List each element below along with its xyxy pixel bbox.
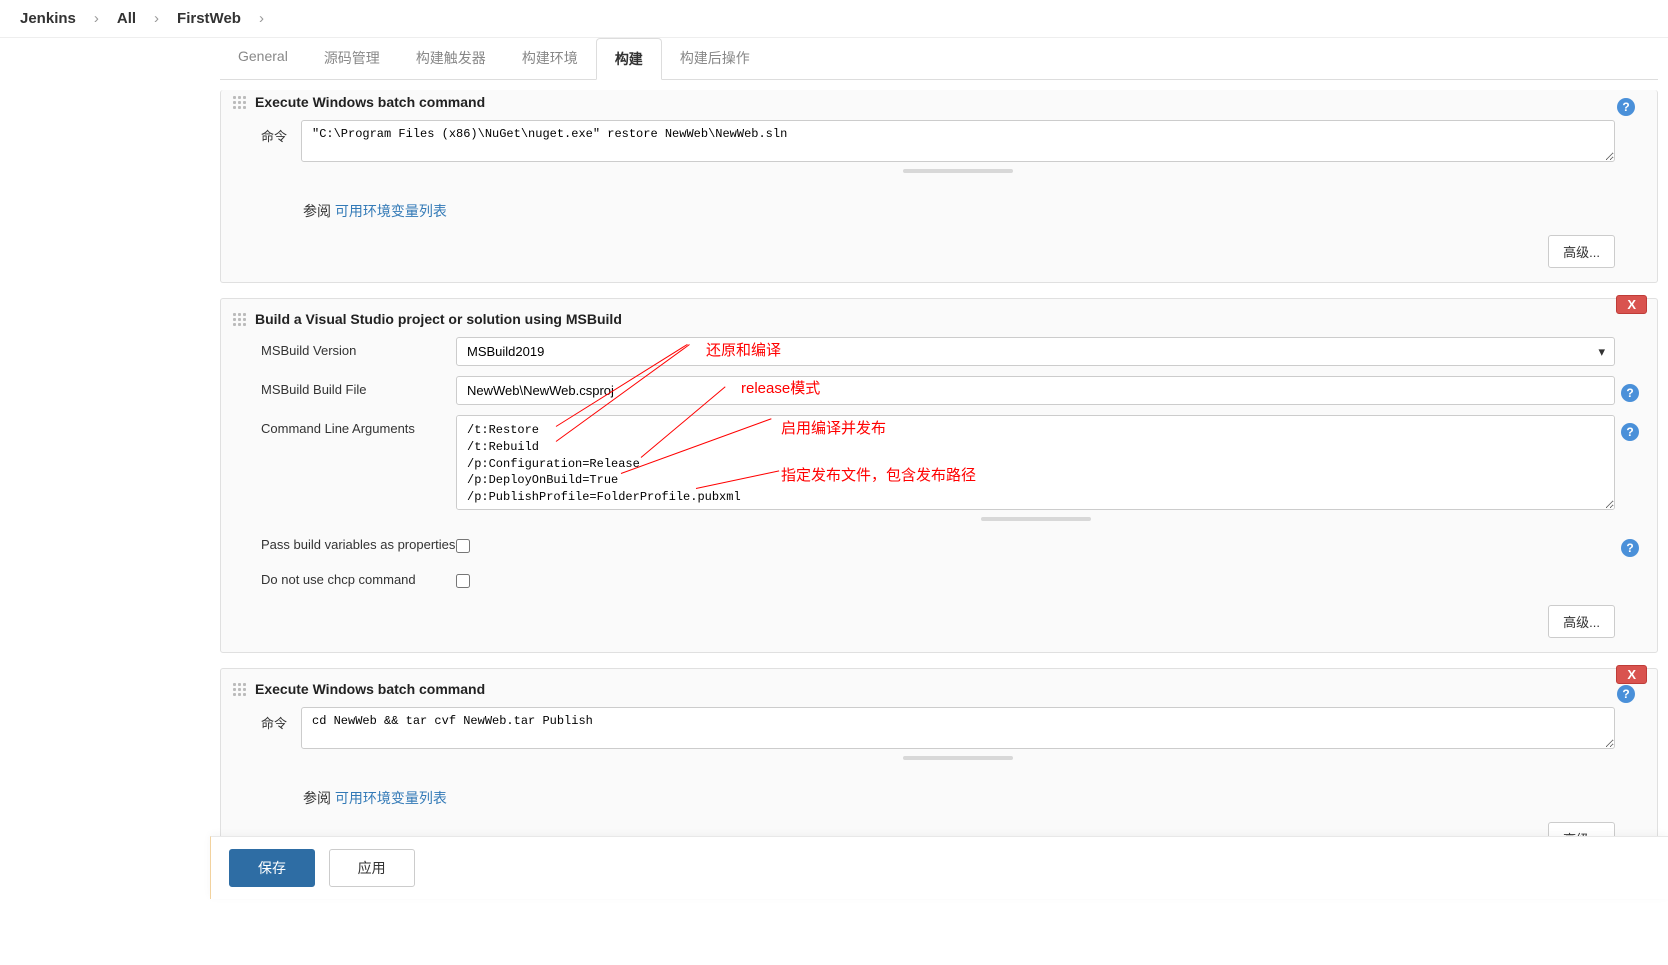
command-input[interactable] xyxy=(301,120,1615,162)
breadcrumb-jenkins[interactable]: Jenkins xyxy=(20,10,76,27)
reference-text: 参阅 可用环境变量列表 xyxy=(233,770,1645,818)
drag-handle-icon[interactable] xyxy=(233,96,247,110)
drag-handle-icon[interactable] xyxy=(233,683,247,697)
no-chcp-row: Do not use chcp command xyxy=(233,566,1645,591)
command-input[interactable] xyxy=(301,707,1615,749)
tab-env[interactable]: 构建环境 xyxy=(504,38,596,79)
command-row: 命令 xyxy=(233,707,1645,760)
reference-text: 参阅 可用环境变量列表 xyxy=(233,183,1645,231)
build-step-batch-1: Execute Windows batch command ? 命令 参阅 可用… xyxy=(220,90,1658,283)
drag-handle-icon[interactable] xyxy=(233,313,247,327)
msbuild-args-input[interactable] xyxy=(456,415,1615,510)
msbuild-file-label: MSBuild Build File xyxy=(261,376,456,397)
chevron-right-icon: › xyxy=(259,10,264,27)
env-vars-link[interactable]: 可用环境变量列表 xyxy=(335,203,447,219)
no-chcp-checkbox[interactable] xyxy=(456,574,470,588)
msbuild-file-row: MSBuild Build File ? xyxy=(233,376,1645,405)
config-content: General 源码管理 构建触发器 构建环境 构建 构建后操作 Execute… xyxy=(210,38,1668,965)
command-row: 命令 xyxy=(233,120,1645,173)
footer-bar: 保存 应用 xyxy=(210,836,1668,899)
msbuild-version-label: MSBuild Version xyxy=(261,337,456,358)
msbuild-version-row: MSBuild Version MSBuild2019 ▾ xyxy=(233,337,1645,366)
advanced-button[interactable]: 高级... xyxy=(1548,235,1615,268)
help-icon[interactable]: ? xyxy=(1621,423,1639,441)
section-title: Build a Visual Studio project or solutio… xyxy=(233,307,1645,337)
pass-vars-checkbox[interactable] xyxy=(456,539,470,553)
apply-button[interactable]: 应用 xyxy=(329,849,415,887)
msbuild-args-row: Command Line Arguments ? xyxy=(233,415,1645,521)
resize-grip[interactable] xyxy=(903,756,1013,760)
pass-vars-row: Pass build variables as properties ? xyxy=(233,531,1645,556)
resize-grip[interactable] xyxy=(903,169,1013,173)
help-icon[interactable]: ? xyxy=(1621,539,1639,557)
config-tabs: General 源码管理 构建触发器 构建环境 构建 构建后操作 xyxy=(220,38,1658,80)
env-vars-link[interactable]: 可用环境变量列表 xyxy=(335,790,447,806)
command-label: 命令 xyxy=(261,707,301,732)
tab-build[interactable]: 构建 xyxy=(596,38,662,80)
advanced-button[interactable]: 高级... xyxy=(1548,605,1615,638)
help-icon[interactable]: ? xyxy=(1617,98,1635,116)
tab-post[interactable]: 构建后操作 xyxy=(662,38,768,79)
section-title: Execute Windows batch command ? xyxy=(233,677,1645,707)
msbuild-args-label: Command Line Arguments xyxy=(261,415,456,436)
help-icon[interactable]: ? xyxy=(1617,685,1635,703)
resize-grip[interactable] xyxy=(981,517,1091,521)
chevron-right-icon: › xyxy=(154,10,159,27)
msbuild-version-select[interactable]: MSBuild2019 xyxy=(456,337,1615,366)
save-button[interactable]: 保存 xyxy=(229,849,315,887)
breadcrumb-project[interactable]: FirstWeb xyxy=(177,10,241,27)
breadcrumb-all[interactable]: All xyxy=(117,10,136,27)
no-chcp-label: Do not use chcp command xyxy=(261,566,456,587)
tab-scm[interactable]: 源码管理 xyxy=(306,38,398,79)
pass-vars-label: Pass build variables as properties xyxy=(261,531,456,552)
command-label: 命令 xyxy=(261,120,301,145)
build-step-msbuild: X Build a Visual Studio project or solut… xyxy=(220,298,1658,653)
msbuild-file-input[interactable] xyxy=(456,376,1615,405)
breadcrumb: Jenkins › All › FirstWeb › xyxy=(0,0,1668,38)
chevron-right-icon: › xyxy=(94,10,99,27)
tab-triggers[interactable]: 构建触发器 xyxy=(398,38,504,79)
section-title: Execute Windows batch command ? xyxy=(233,90,1645,120)
tab-general[interactable]: General xyxy=(220,38,306,79)
help-icon[interactable]: ? xyxy=(1621,384,1639,402)
